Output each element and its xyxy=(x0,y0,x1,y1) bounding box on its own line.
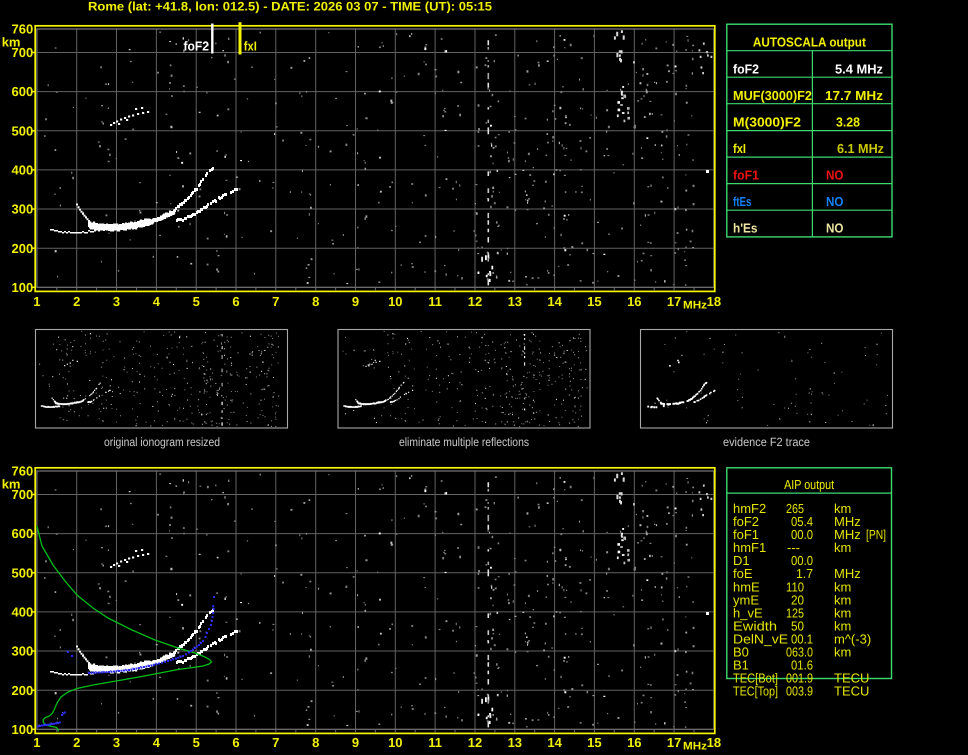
svg-text:2: 2 xyxy=(73,735,80,750)
svg-text:fxI: fxI xyxy=(733,141,746,156)
svg-text:200: 200 xyxy=(11,683,33,698)
svg-text:3.28: 3.28 xyxy=(836,115,860,130)
svg-text:original ionogram resized: original ionogram resized xyxy=(104,435,220,449)
svg-text:1: 1 xyxy=(33,294,40,309)
svg-text:5.4 MHz: 5.4 MHz xyxy=(835,62,883,77)
svg-text:200: 200 xyxy=(11,241,33,256)
svg-text:15: 15 xyxy=(587,735,601,750)
svg-text:9: 9 xyxy=(352,735,359,750)
svg-text:ftEs: ftEs xyxy=(733,194,752,209)
svg-text:600: 600 xyxy=(11,526,33,541)
svg-text:MHz: MHz xyxy=(683,300,708,312)
svg-text:foF2: foF2 xyxy=(733,62,759,77)
svg-text:16: 16 xyxy=(627,735,641,750)
svg-text:400: 400 xyxy=(11,163,33,178)
svg-text:NO: NO xyxy=(826,168,844,183)
svg-text:600: 600 xyxy=(11,84,33,99)
svg-text:4: 4 xyxy=(153,294,161,309)
svg-text:foF1: foF1 xyxy=(733,168,759,183)
svg-text:km: km xyxy=(2,35,21,50)
svg-text:100: 100 xyxy=(11,722,33,737)
svg-text:11: 11 xyxy=(428,735,442,750)
svg-text:11: 11 xyxy=(428,294,442,309)
svg-text:17: 17 xyxy=(667,735,681,750)
svg-text:3: 3 xyxy=(113,294,120,309)
svg-text:16: 16 xyxy=(627,294,641,309)
svg-text:8: 8 xyxy=(312,294,319,309)
svg-text:km: km xyxy=(834,645,851,660)
svg-text:8: 8 xyxy=(312,735,319,750)
svg-text:17.7 MHz: 17.7 MHz xyxy=(825,88,884,103)
svg-text:7: 7 xyxy=(272,735,279,750)
svg-text:6.1 MHz: 6.1 MHz xyxy=(837,141,884,156)
svg-text:[PN]: [PN] xyxy=(866,527,886,542)
svg-text:100: 100 xyxy=(11,280,33,295)
svg-text:evidence F2 trace: evidence F2 trace xyxy=(723,435,810,449)
svg-text:Rome (lat: +41.8, lon: 012.5): Rome (lat: +41.8, lon: 012.5) - DATE: 20… xyxy=(88,0,492,14)
svg-text:eliminate multiple reflections: eliminate multiple reflections xyxy=(399,435,529,449)
svg-text:12: 12 xyxy=(468,294,482,309)
svg-text:3: 3 xyxy=(113,735,120,750)
svg-text:15: 15 xyxy=(587,294,601,309)
svg-text:5: 5 xyxy=(193,294,200,309)
svg-text:500: 500 xyxy=(11,123,33,138)
svg-text:M(3000)F2: M(3000)F2 xyxy=(733,115,801,130)
svg-text:14: 14 xyxy=(547,735,562,750)
svg-text:003.9: 003.9 xyxy=(786,684,813,699)
svg-text:300: 300 xyxy=(11,202,33,217)
svg-text:TEC[Top]: TEC[Top] xyxy=(733,684,778,699)
svg-text:AIP output: AIP output xyxy=(784,477,834,492)
svg-text:13: 13 xyxy=(508,294,522,309)
svg-text:6: 6 xyxy=(232,735,239,750)
svg-text:1: 1 xyxy=(33,735,40,750)
svg-text:fxI: fxI xyxy=(244,39,257,54)
svg-text:500: 500 xyxy=(11,565,33,580)
svg-text:km: km xyxy=(2,477,21,492)
svg-text:10: 10 xyxy=(388,735,402,750)
svg-text:km: km xyxy=(834,540,851,555)
svg-text:18: 18 xyxy=(707,735,721,750)
svg-text:NO: NO xyxy=(826,221,844,236)
svg-text:10: 10 xyxy=(388,294,402,309)
svg-text:9: 9 xyxy=(352,294,359,309)
svg-text:7: 7 xyxy=(272,294,279,309)
svg-text:MHz: MHz xyxy=(683,741,708,753)
svg-text:17: 17 xyxy=(667,294,681,309)
svg-text:18: 18 xyxy=(707,294,721,309)
svg-text:300: 300 xyxy=(11,644,33,659)
svg-text:13: 13 xyxy=(508,735,522,750)
svg-text:4: 4 xyxy=(153,735,161,750)
svg-text:400: 400 xyxy=(11,605,33,620)
svg-text:TECU: TECU xyxy=(834,684,869,699)
svg-text:5: 5 xyxy=(193,735,200,750)
svg-text:12: 12 xyxy=(468,735,482,750)
svg-text:14: 14 xyxy=(547,294,562,309)
svg-text:2: 2 xyxy=(73,294,80,309)
svg-text:AUTOSCALA output: AUTOSCALA output xyxy=(753,34,867,49)
svg-text:MUF(3000)F2: MUF(3000)F2 xyxy=(733,88,812,103)
svg-text:h'Es: h'Es xyxy=(733,221,758,236)
svg-text:6: 6 xyxy=(232,294,239,309)
svg-text:NO: NO xyxy=(826,194,844,209)
svg-text:foF2: foF2 xyxy=(184,39,210,54)
